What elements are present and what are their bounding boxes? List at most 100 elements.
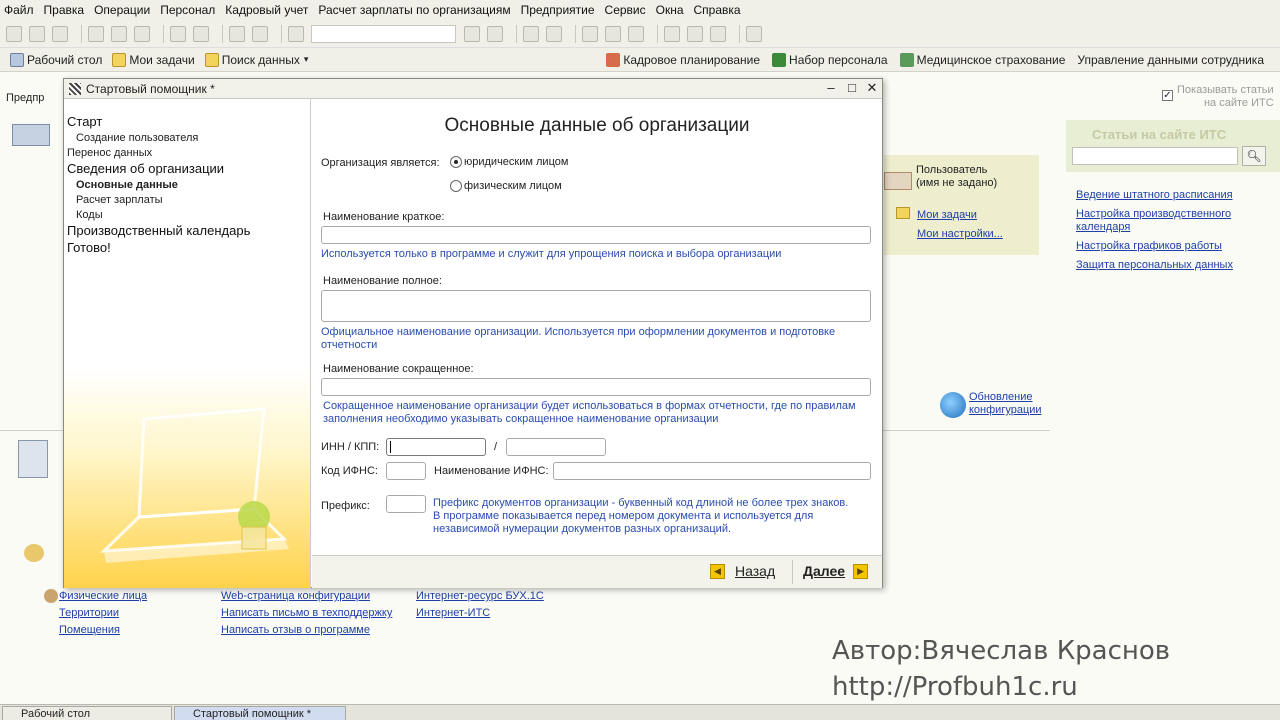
next-button[interactable]: Далее ▶ <box>803 563 869 579</box>
link-territories[interactable]: Территории <box>59 607 119 619</box>
watermark-author: Автор:Вячеслав Краснов <box>832 636 1171 666</box>
back-button-label: Назад <box>735 563 776 579</box>
step-create-user[interactable]: Создание пользователя <box>76 132 198 144</box>
memory-minus-icon[interactable] <box>710 25 726 42</box>
open-folder-icon[interactable] <box>29 25 45 42</box>
task-desktop[interactable]: Рабочий стол <box>2 706 172 720</box>
task-start-assistant-label: Стартовый помощник * <box>193 708 312 720</box>
link-premises[interactable]: Помещения <box>59 624 120 636</box>
desktop-icon <box>10 52 24 67</box>
building-icon <box>12 124 50 146</box>
full-name-input[interactable] <box>321 290 871 322</box>
my-settings-link[interactable]: Мои настройки... <box>917 228 1003 240</box>
update-config-line2: конфигурации <box>969 404 1042 416</box>
its-link-personal-data[interactable]: Защита персональных данных <box>1076 259 1233 271</box>
link-individuals[interactable]: Физические лица <box>59 590 147 602</box>
search-combo[interactable] <box>311 24 456 43</box>
step-payroll[interactable]: Расчет зарплаты <box>76 194 163 206</box>
enterprise-tab[interactable]: Предпр <box>6 92 44 104</box>
menu-service[interactable]: Сервис <box>605 3 646 17</box>
minimize-icon[interactable]: – <box>824 81 838 95</box>
prefix-input[interactable] <box>386 495 426 513</box>
checkbox-checked-icon[interactable]: ✓ <box>1162 90 1173 101</box>
org-type-individual-radio[interactable]: физическим лицом <box>450 180 562 192</box>
recruitment-button[interactable]: Набор персонала <box>772 53 888 67</box>
desktop-button[interactable]: Рабочий стол <box>10 52 102 67</box>
tools-icon[interactable] <box>746 25 762 42</box>
step-data-transfer[interactable]: Перенос данных <box>67 147 152 159</box>
its-link-staff-schedule[interactable]: Ведение штатного расписания <box>1076 189 1233 201</box>
step-start[interactable]: Старт <box>67 114 102 129</box>
print-preview-icon[interactable] <box>193 25 209 42</box>
its-search-input[interactable] <box>1072 147 1238 165</box>
new-document-icon[interactable] <box>6 25 22 42</box>
task-start-assistant[interactable]: Стартовый помощник * <box>174 706 346 720</box>
link-config-webpage[interactable]: Web-страница конфигурации <box>221 590 370 602</box>
menu-payroll[interactable]: Расчет зарплаты по организациям <box>318 3 510 17</box>
hr-planning-button[interactable]: Кадровое планирование <box>606 53 760 67</box>
find-next-icon[interactable] <box>464 25 480 42</box>
step-calendar[interactable]: Производственный календарь <box>67 223 250 238</box>
back-button[interactable]: ◀ Назад <box>710 563 775 579</box>
memory-m-icon[interactable] <box>664 25 680 42</box>
employee-data-button[interactable]: Управление данными сотрудника <box>1077 53 1264 67</box>
close-icon[interactable]: ✕ <box>865 81 879 95</box>
update-config-link[interactable]: Обновление конфигурации <box>969 391 1042 417</box>
menu-enterprise[interactable]: Предприятие <box>521 3 595 17</box>
its-search-button[interactable]: 🔍︎ <box>1242 146 1266 166</box>
save-icon[interactable] <box>52 25 68 42</box>
my-tasks-link[interactable]: Мои задачи <box>917 209 977 221</box>
menu-personnel[interactable]: Персонал <box>160 3 215 17</box>
info-icon[interactable] <box>546 25 562 42</box>
link-write-review[interactable]: Написать отзыв о программе <box>221 624 370 636</box>
memory-plus-icon[interactable] <box>687 25 703 42</box>
medical-insurance-button[interactable]: Медицинское страхование <box>899 53 1066 67</box>
step-done[interactable]: Готово! <box>67 240 111 255</box>
cut-icon[interactable] <box>88 25 104 42</box>
dialog-titlebar[interactable]: Стартовый помощник * – □ ✕ <box>64 79 882 99</box>
abbr-name-input[interactable] <box>321 378 871 396</box>
link-write-support[interactable]: Написать письмо в техподдержку <box>221 607 392 619</box>
menu-file[interactable]: Файл <box>4 3 34 17</box>
step-org-info[interactable]: Сведения об организации <box>67 161 224 176</box>
laptop-illustration <box>100 407 289 563</box>
windows-icon[interactable] <box>523 25 539 42</box>
menu-operations[interactable]: Операции <box>94 3 150 17</box>
calculator-icon[interactable] <box>582 25 598 42</box>
its-link-calendar-setup-cont[interactable]: календаря <box>1076 221 1130 233</box>
radio-unselected-icon[interactable] <box>450 180 462 192</box>
its-link-work-schedules[interactable]: Настройка графиков работы <box>1076 240 1222 252</box>
kpp-input[interactable] <box>506 438 606 456</box>
ifns-name-input[interactable] <box>553 462 871 480</box>
memo-icon[interactable] <box>628 25 644 42</box>
find-prev-icon[interactable] <box>487 25 503 42</box>
medical-insurance-label: Медицинское страхование <box>916 53 1066 67</box>
menu-windows[interactable]: Окна <box>656 3 684 17</box>
redo-icon[interactable] <box>252 25 268 42</box>
menu-hr-records[interactable]: Кадровый учет <box>225 3 308 17</box>
link-buh-resource[interactable]: Интернет-ресурс БУХ.1С <box>416 590 544 602</box>
paste-icon[interactable] <box>134 25 150 42</box>
print-icon[interactable] <box>170 25 186 42</box>
link-internet-its[interactable]: Интернет-ИТС <box>416 607 490 619</box>
its-link-calendar-setup[interactable]: Настройка производственного <box>1076 208 1231 220</box>
step-codes[interactable]: Коды <box>76 209 103 221</box>
my-tasks-button[interactable]: Мои задачи <box>112 52 195 67</box>
window-taskbar: Рабочий стол Стартовый помощник * <box>0 704 1280 720</box>
data-search-button[interactable]: Поиск данных ▾ <box>204 52 308 67</box>
copy-icon[interactable] <box>111 25 127 42</box>
radio-selected-icon[interactable] <box>450 156 462 168</box>
menu-edit[interactable]: Правка <box>44 3 85 17</box>
undo-icon[interactable] <box>229 25 245 42</box>
ifns-code-input[interactable] <box>386 462 426 480</box>
show-its-articles-checkbox[interactable]: ✓ Показывать статьи на сайте ИТС <box>1162 84 1274 110</box>
maximize-icon[interactable]: □ <box>845 81 859 95</box>
org-type-legal-radio[interactable]: юридическим лицом <box>450 156 568 168</box>
short-name-input[interactable] <box>321 226 871 244</box>
inn-input[interactable] <box>386 438 486 456</box>
menu-help[interactable]: Справка <box>694 3 741 17</box>
user-name: Пользователь <box>916 164 988 176</box>
step-basic-data[interactable]: Основные данные <box>76 179 178 191</box>
search-icon[interactable] <box>288 25 304 42</box>
calendar-icon[interactable] <box>605 25 621 42</box>
